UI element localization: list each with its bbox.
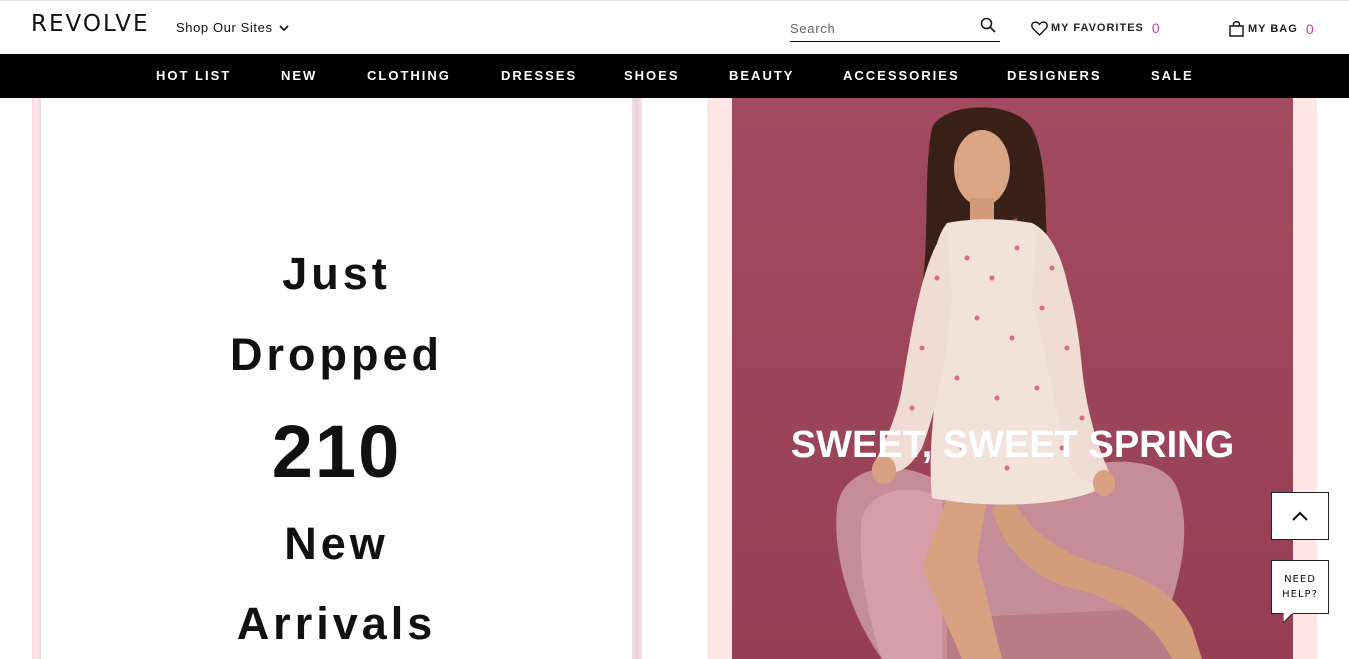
search-box bbox=[790, 15, 1000, 42]
nav-item-designers[interactable]: DESIGNERS bbox=[1007, 68, 1102, 83]
scroll-to-top-button[interactable] bbox=[1271, 492, 1329, 540]
need-help-line1: NEED bbox=[1284, 574, 1316, 585]
search-input[interactable] bbox=[790, 18, 970, 38]
site-header: REVOLVE Shop Our Sites MY FAVORITES 0 MY… bbox=[0, 0, 1349, 54]
nav-item-shoes[interactable]: SHOES bbox=[624, 68, 680, 83]
revolve-logo[interactable]: REVOLVE bbox=[31, 11, 150, 37]
bag-count: 0 bbox=[1305, 20, 1315, 37]
my-bag-link[interactable]: MY BAG 0 bbox=[1228, 20, 1315, 37]
nav-item-beauty[interactable]: BEAUTY bbox=[729, 68, 794, 83]
headline-just: Just bbox=[282, 248, 391, 299]
spring-promo-banner[interactable]: SWEET, SWEET SPRING bbox=[707, 98, 1317, 659]
need-help-line2: HELP? bbox=[1282, 589, 1318, 600]
new-arrivals-count: 210 bbox=[271, 410, 402, 493]
my-favorites-link[interactable]: MY FAVORITES 0 bbox=[1031, 20, 1161, 36]
speech-tail-icon bbox=[1283, 613, 1293, 623]
model-illustration bbox=[836, 107, 1202, 659]
my-favorites-label: MY FAVORITES bbox=[1051, 22, 1144, 34]
favorites-count: 0 bbox=[1151, 20, 1161, 36]
need-help-button[interactable]: NEED HELP? bbox=[1271, 560, 1329, 623]
shop-our-sites-dropdown[interactable]: Shop Our Sites bbox=[176, 20, 289, 35]
main-navigation: HOT LIST NEW CLOTHING DRESSES SHOES BEAU… bbox=[0, 54, 1349, 98]
nav-item-hot-list[interactable]: HOT LIST bbox=[156, 68, 231, 83]
headline-new: New bbox=[284, 518, 389, 569]
nav-item-sale[interactable]: SALE bbox=[1151, 68, 1194, 83]
my-bag-label: MY BAG bbox=[1248, 22, 1298, 35]
headline-dropped: Dropped bbox=[230, 329, 443, 380]
nav-item-clothing[interactable]: CLOTHING bbox=[367, 68, 451, 83]
nav-item-dresses[interactable]: DRESSES bbox=[501, 68, 577, 83]
search-icon[interactable] bbox=[980, 17, 996, 33]
nav-item-new[interactable]: NEW bbox=[281, 68, 317, 83]
chevron-down-icon bbox=[278, 24, 289, 31]
model-photo: SWEET, SWEET SPRING bbox=[732, 98, 1293, 659]
shopping-bag-icon bbox=[1229, 21, 1244, 37]
heart-icon bbox=[1031, 20, 1048, 36]
chevron-up-icon bbox=[1292, 511, 1308, 521]
nav-item-accessories[interactable]: ACCESSORIES bbox=[843, 68, 960, 83]
just-dropped-banner[interactable]: Just Dropped 210 New Arrivals bbox=[32, 98, 642, 659]
shop-our-sites-label: Shop Our Sites bbox=[176, 20, 273, 35]
promo-headline: SWEET, SWEET SPRING bbox=[790, 424, 1235, 466]
headline-arrivals: Arrivals bbox=[236, 598, 437, 649]
banner-inner: Just Dropped 210 New Arrivals bbox=[41, 98, 632, 659]
